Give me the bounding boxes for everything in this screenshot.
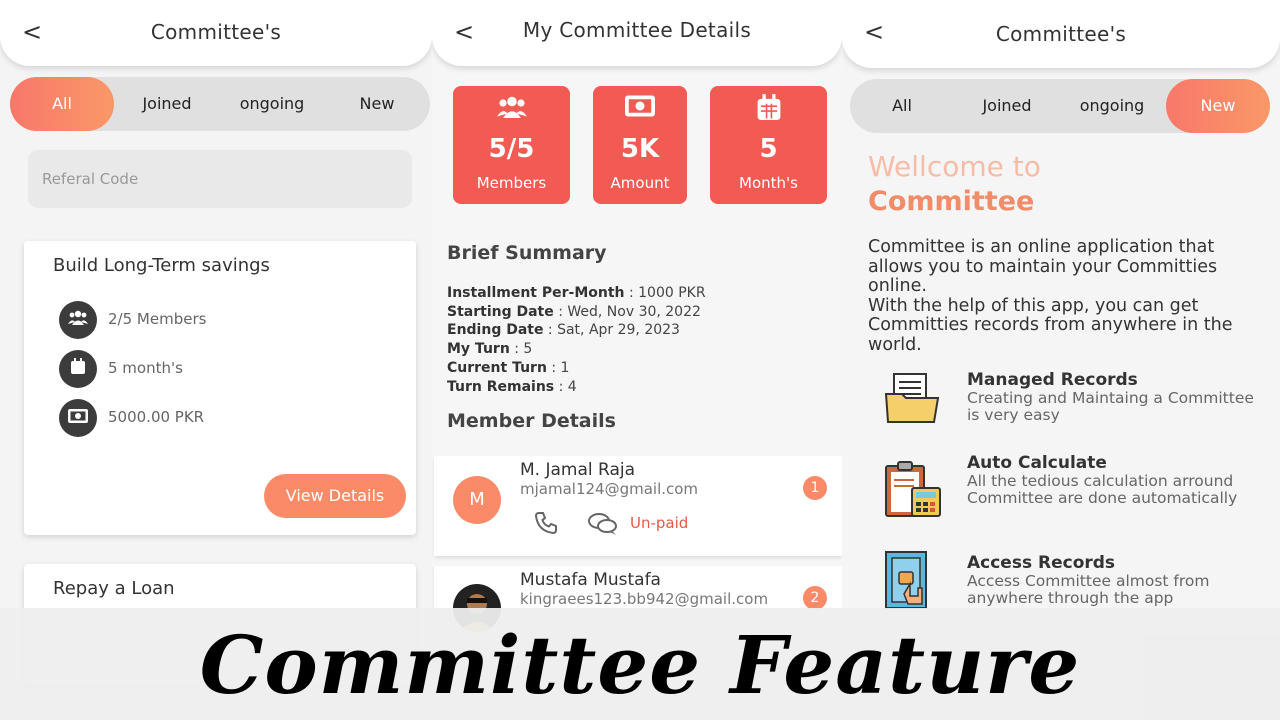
app-description: Committee is an online application that … [868,237,1233,355]
tab-ongoing[interactable]: ongoing [1060,79,1164,133]
page-title: Committee's [995,22,1127,46]
feature-title: Auto Calculate [967,453,1107,473]
clipboard-calculator-icon [882,458,944,524]
summary-row: My Turn : 5 [447,341,533,358]
caption-banner: Committee Feature [0,608,1280,720]
app-header: < Committee's [842,0,1280,68]
app-name-heading: Committee [868,186,1035,217]
filter-tabs: All Joined ongoing New [850,79,1270,133]
feature-title: Access Records [967,553,1116,573]
amount-text: 5000.00 PKR [108,408,205,426]
cash-icon [59,399,97,437]
banner-title: Committee Feature [199,618,1081,712]
members-icon [453,94,570,125]
summary-row: Turn Remains : 4 [447,378,577,395]
phone-icon[interactable] [534,511,558,539]
tab-ongoing[interactable]: ongoing [220,77,324,131]
duration-text: 5 month's [108,359,183,377]
view-details-button[interactable]: View Details [264,474,406,518]
calendar-icon [710,94,827,127]
tab-joined[interactable]: Joined [955,79,1059,133]
tab-joined[interactable]: Joined [115,77,219,131]
tab-all[interactable]: All [850,79,954,133]
stat-value: 5/5 [488,134,535,164]
stat-label: Amount [610,174,670,192]
feature-text: Creating and Maintaing a Committee is ve… [967,389,1254,425]
feature-title: Managed Records [967,370,1138,390]
summary-row: Starting Date : Wed, Nov 30, 2022 [447,303,701,320]
door-hand-icon [882,550,942,614]
calendar-icon [59,350,97,388]
members-count: 2/5 Members [108,310,207,328]
member-email: kingraees123.bb942@gmail.com [520,590,769,608]
committee-title: Build Long-Term savings [53,255,270,276]
feature-text: All the tedious calculation arround Comm… [967,472,1238,508]
turn-badge: 1 [803,476,827,500]
payment-status: Un-paid [630,514,689,532]
avatar: M [453,476,501,524]
summary-row: Installment Per-Month : 1000 PKR [447,285,706,301]
stat-months: 5 Month's [710,86,827,204]
member-card[interactable]: M M. Jamal Raja mjamal124@gmail.com 1 Un… [434,456,842,556]
stat-label: Members [476,174,547,192]
stat-amount: 5K Amount [593,86,687,204]
page-title: Committee's [150,20,282,44]
page-title: My Committee Details [522,18,752,42]
summary-heading: Brief Summary [447,242,607,264]
members-icon [59,301,97,339]
stat-label: Month's [739,174,798,192]
summary-row: Current Turn : 1 [447,359,570,376]
folder-document-icon [882,370,942,430]
feature-text: Access Committee almost from anywhere th… [967,572,1210,608]
stat-value: 5 [759,134,778,164]
summary-row: Ending Date : Sat, Apr 29, 2023 [447,322,680,339]
tab-new[interactable]: New [325,77,429,131]
filter-tabs: All Joined ongoing New [10,77,430,131]
app-header: < My Committee Details [432,0,842,66]
referral-code-input[interactable]: Referal Code [28,150,412,208]
committee-card[interactable]: Build Long-Term savings 2/5 Members 5 mo… [24,241,416,535]
chat-icon[interactable] [588,512,618,540]
stat-members: 5/5 Members [453,86,570,204]
member-name: Mustafa Mustafa [520,570,661,590]
member-email: mjamal124@gmail.com [520,480,699,498]
turn-badge: 2 [803,586,827,610]
cash-icon [593,94,687,124]
member-name: M. Jamal Raja [520,460,636,480]
members-heading: Member Details [447,410,616,432]
tab-all[interactable]: All [10,77,114,131]
app-header: < Committee's [0,0,432,66]
committee-title: Repay a Loan [53,578,175,599]
stat-value: 5K [620,134,660,164]
tab-new[interactable]: New [1166,79,1270,133]
welcome-heading: Wellcome to [868,150,1041,183]
summary-list: Installment Per-Month : 1000 PKR Startin… [447,284,706,396]
